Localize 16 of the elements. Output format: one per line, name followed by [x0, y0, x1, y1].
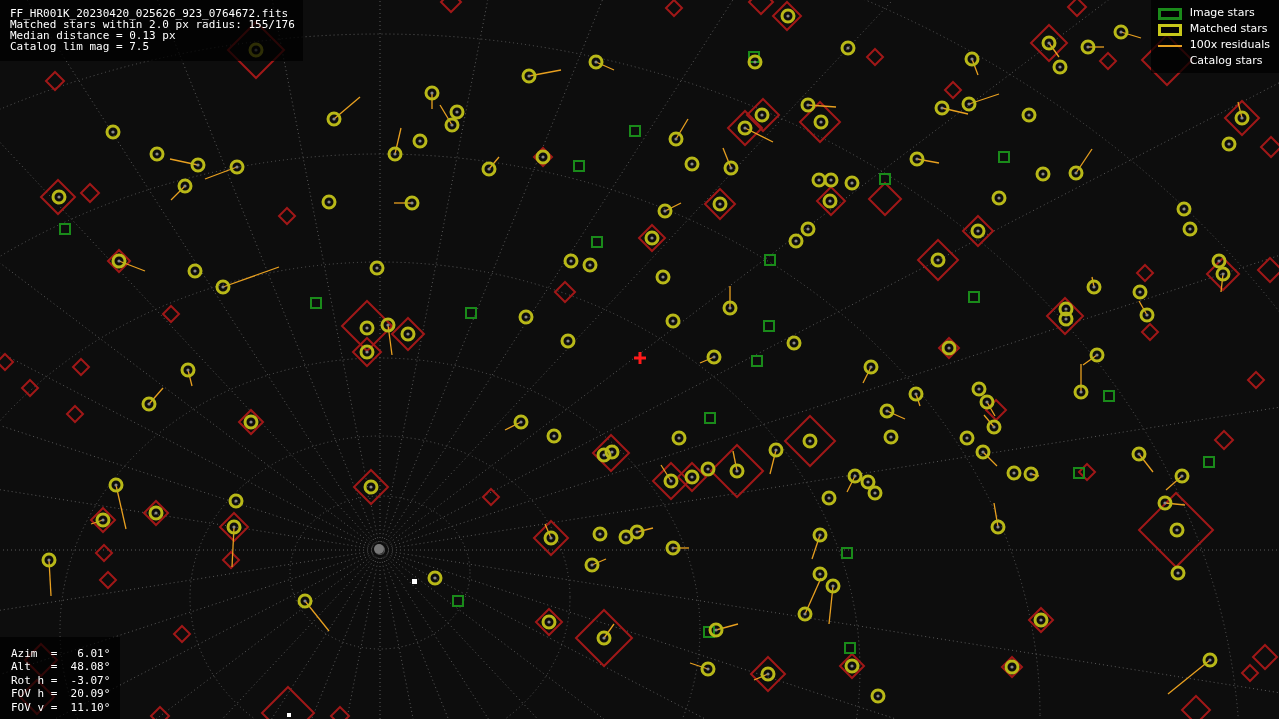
image-star-swatch-icon [1157, 7, 1182, 20]
legend-label: Catalog stars [1189, 53, 1263, 70]
info-text: Median distance = 0.13 px [10, 30, 176, 41]
info-text: Catalog lim mag = 7.5 [10, 41, 151, 52]
legend-label: 100x residuals [1189, 37, 1270, 54]
pointing-text: FOV v = 11.10° [11, 700, 111, 714]
info-text: Matched stars within 2.0 px radius: 155/176 [10, 19, 295, 30]
matched-star-swatch-icon [1157, 23, 1182, 36]
legend-label: Matched stars [1189, 21, 1268, 38]
legend-label: Image stars [1189, 5, 1255, 22]
info-text: FF_HR001K_20230420_025626_923_0764672.fits [10, 8, 290, 19]
residual-line-icon [1157, 44, 1182, 47]
pointing-text: Rot h = -3.07° [11, 673, 111, 687]
pointing-text: Alt = 48.08° [11, 660, 111, 674]
pointing-text: FOV h = 20.09° [11, 687, 111, 701]
pointing-text: Azim = 6.01° [11, 646, 111, 660]
